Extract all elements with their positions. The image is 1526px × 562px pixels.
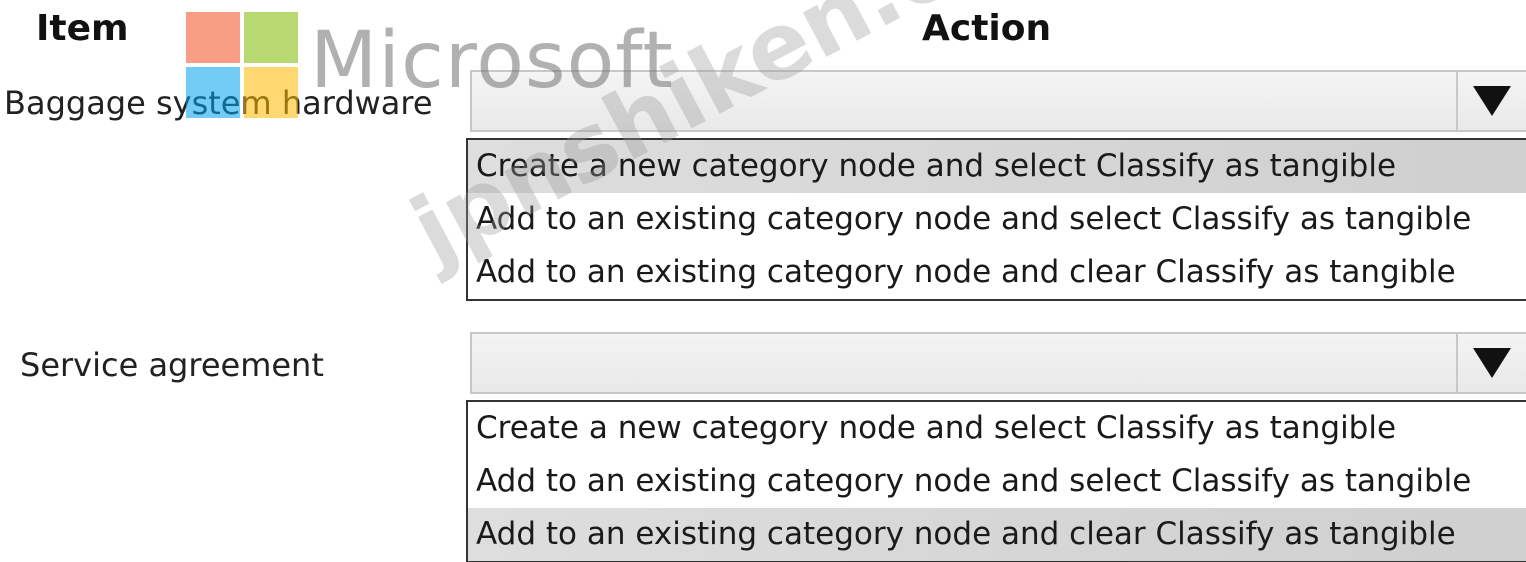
logo-tile-green	[244, 12, 298, 63]
dropdown-option-add-existing-select-tangible[interactable]: Add to an existing category node and sel…	[468, 455, 1526, 508]
microsoft-logo-icon	[186, 12, 300, 120]
caret-down-icon	[1473, 86, 1511, 116]
dropdown-options-list-service-agreement: Create a new category node and select Cl…	[466, 400, 1526, 562]
logo-tile-blue	[186, 67, 240, 118]
dropdown-option-add-existing-clear-tangible[interactable]: Add to an existing category node and cle…	[468, 246, 1526, 299]
item-label-service-agreement: Service agreement	[20, 346, 324, 384]
caret-down-icon	[1473, 348, 1511, 378]
dropdown-option-add-existing-select-tangible[interactable]: Add to an existing category node and sel…	[468, 193, 1526, 246]
dropdown-option-add-existing-clear-tangible[interactable]: Add to an existing category node and cle…	[468, 508, 1526, 561]
dropdown-toggle-button[interactable]	[1456, 72, 1526, 130]
logo-tile-yellow	[244, 67, 298, 118]
action-dropdown-service-agreement[interactable]	[470, 332, 1526, 394]
dropdown-toggle-button[interactable]	[1456, 334, 1526, 392]
item-column-header: Item	[36, 8, 129, 49]
dropdown-option-create-new-select-tangible[interactable]: Create a new category node and select Cl…	[468, 402, 1526, 455]
logo-tile-red	[186, 12, 240, 63]
